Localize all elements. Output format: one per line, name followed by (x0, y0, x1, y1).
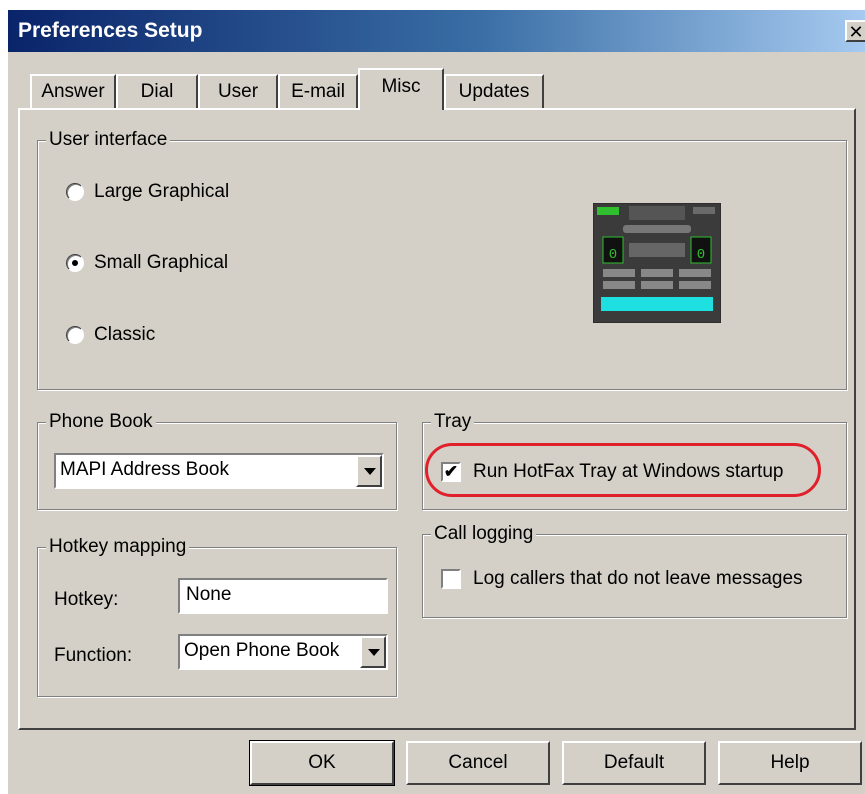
default-button[interactable]: Default (562, 741, 706, 785)
chevron-down-icon[interactable] (360, 636, 386, 668)
radio-button[interactable] (66, 183, 84, 201)
hotkey-mapping-group: Hotkey mapping Hotkey: None Function: Op… (37, 536, 397, 697)
tray-legend: Tray (431, 411, 475, 433)
radio-button[interactable] (66, 326, 84, 344)
log-callers-checkbox[interactable] (441, 569, 461, 589)
phone-book-legend: Phone Book (46, 411, 156, 433)
chevron-down-icon[interactable] (356, 455, 382, 487)
user-interface-legend: User interface (46, 129, 171, 151)
radio-small-graphical[interactable]: Small Graphical (66, 252, 228, 274)
tab-answer[interactable]: Answer (30, 74, 116, 108)
radio-dot (72, 260, 78, 266)
tab-user[interactable]: User (198, 74, 278, 108)
log-callers-checkbox-row[interactable]: Log callers that do not leave messages (441, 568, 803, 590)
function-label: Function: (54, 645, 133, 666)
hotkey-label: Hotkey: (54, 589, 119, 610)
small-graphical-preview-image: 0 0 (593, 203, 721, 323)
tab-misc[interactable]: Misc (358, 68, 444, 110)
hotkey-input[interactable]: None (178, 578, 388, 614)
cancel-button[interactable]: Cancel (406, 741, 550, 785)
tray-group: Tray ✔ Run HotFax Tray at Windows startu… (422, 411, 847, 510)
function-select[interactable]: Open Phone Book (178, 634, 388, 670)
phone-book-group: Phone Book MAPI Address Book (37, 411, 397, 510)
user-interface-group: User interface Large Graphical Small Gra… (37, 129, 847, 390)
ok-button[interactable]: OK (249, 740, 395, 786)
close-button[interactable]: ✕ (845, 20, 865, 42)
svg-text:0: 0 (609, 247, 617, 263)
radio-label: Large Graphical (94, 181, 230, 202)
function-value: Open Phone Book (184, 640, 340, 661)
tab-updates[interactable]: Updates (444, 74, 544, 108)
hotkey-mapping-legend: Hotkey mapping (46, 536, 190, 558)
tab-dial[interactable]: Dial (116, 74, 198, 108)
phone-book-value: MAPI Address Book (60, 459, 229, 480)
red-highlight-annotation (425, 443, 821, 497)
call-logging-group: Call logging Log callers that do not lea… (422, 523, 847, 618)
help-button[interactable]: Help (718, 741, 862, 785)
phone-book-select[interactable]: MAPI Address Book (54, 453, 384, 489)
radio-button[interactable] (66, 254, 84, 272)
radio-label: Small Graphical (94, 252, 229, 273)
tab-email[interactable]: E-mail (278, 74, 358, 108)
preferences-dialog: Preferences Setup ✕ Answer Dial User E-m… (8, 10, 865, 794)
svg-text:0: 0 (697, 247, 705, 263)
misc-tab-panel: User interface Large Graphical Small Gra… (18, 108, 856, 730)
radio-classic[interactable]: Classic (66, 324, 155, 346)
log-callers-label: Log callers that do not leave messages (473, 568, 803, 589)
window-title: Preferences Setup (18, 19, 203, 42)
close-icon: ✕ (848, 22, 864, 42)
title-bar[interactable]: Preferences Setup ✕ (8, 10, 865, 52)
radio-label: Classic (94, 324, 156, 345)
call-logging-legend: Call logging (431, 523, 537, 545)
radio-large-graphical[interactable]: Large Graphical (66, 181, 229, 203)
